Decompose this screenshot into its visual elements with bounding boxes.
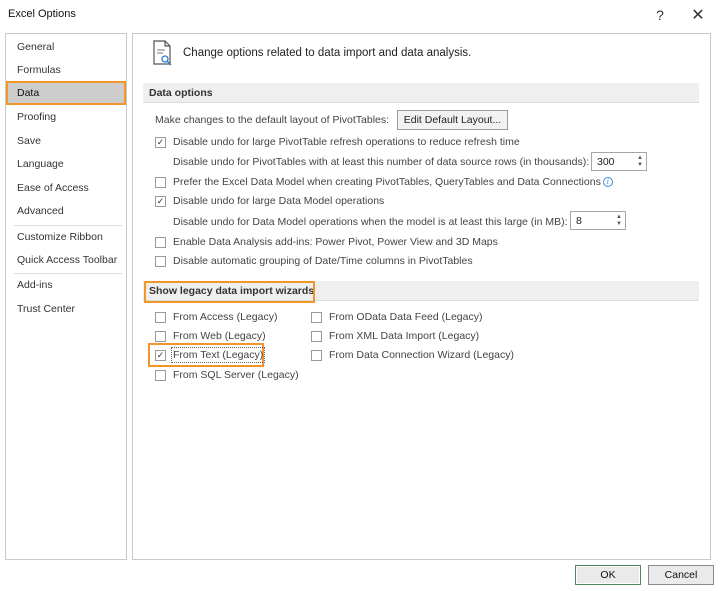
check-icon: ✓ [156, 195, 165, 206]
section-data-options: Data options [143, 83, 699, 103]
spinner-value[interactable]: 300 [592, 156, 634, 168]
spinner-value[interactable]: 8 [571, 215, 613, 227]
disable-date-grouping-option[interactable]: Disable automatic grouping of Date/Time … [155, 253, 473, 269]
option-label: From OData Data Feed (Legacy) [329, 311, 483, 323]
sidebar-item-proofing[interactable]: Proofing [7, 106, 125, 128]
disable-undo-pivot-option[interactable]: ✓ Disable undo for large PivotTable refr… [155, 134, 520, 150]
option-label: From Access (Legacy) [173, 311, 278, 323]
option-label: Enable Data Analysis add-ins: Power Pivo… [173, 236, 498, 248]
ok-button[interactable]: OK [575, 565, 641, 585]
pivot-rows-label: Disable undo for PivotTables with at lea… [173, 156, 590, 168]
legacy-from-access-option[interactable]: From Access (Legacy) [155, 309, 277, 325]
sidebar-item-advanced[interactable]: Advanced [7, 200, 125, 222]
enable-analysis-addins-option[interactable]: Enable Data Analysis add-ins: Power Pivo… [155, 234, 498, 250]
prefer-data-model-option[interactable]: Prefer the Excel Data Model when creatin… [155, 174, 613, 190]
edit-default-layout-button[interactable]: Edit Default Layout... [397, 110, 508, 130]
spinner-arrows-icon[interactable]: ▲ ▼ [613, 212, 625, 229]
checkbox[interactable] [155, 330, 166, 342]
sidebar-item-general[interactable]: General [7, 36, 125, 58]
close-icon: ✕ [691, 7, 705, 24]
sidebar-item-formulas[interactable]: Formulas [7, 59, 125, 81]
options-sidebar: General Formulas Data Proofing Save Lang… [5, 33, 127, 560]
page-description: Change options related to data import an… [183, 47, 472, 59]
legacy-from-odata-option[interactable]: From OData Data Feed (Legacy) [311, 309, 482, 325]
checkbox[interactable] [155, 311, 166, 323]
data-analysis-icon [153, 40, 172, 66]
help-icon: ? [656, 7, 664, 23]
checkbox[interactable]: ✓ [155, 136, 166, 148]
option-label: From Web (Legacy) [173, 330, 266, 342]
sidebar-item-trust-center[interactable]: Trust Center [7, 298, 125, 320]
title-bar: Excel Options ? ✕ [0, 0, 720, 30]
legacy-from-web-option[interactable]: From Web (Legacy) [155, 328, 266, 344]
option-label: Disable automatic grouping of Date/Time … [173, 255, 473, 267]
option-label: From Data Connection Wizard (Legacy) [329, 349, 514, 361]
sidebar-item-ease-of-access[interactable]: Ease of Access [7, 177, 125, 199]
sidebar-item-add-ins[interactable]: Add-ins [7, 274, 125, 296]
option-label: Prefer the Excel Data Model when creatin… [173, 176, 601, 188]
check-icon: ✓ [156, 136, 165, 147]
section-title: Data options [149, 87, 213, 99]
legacy-from-xml-option[interactable]: From XML Data Import (Legacy) [311, 328, 479, 344]
checkbox[interactable]: ✓ [155, 349, 166, 361]
sidebar-item-data[interactable]: Data [6, 81, 126, 105]
info-icon[interactable]: i [602, 177, 613, 187]
option-label: From Text (Legacy) [170, 347, 266, 363]
option-label: Disable undo for large PivotTable refres… [173, 136, 520, 148]
checkbox[interactable] [155, 236, 166, 248]
sidebar-item-quick-access-toolbar[interactable]: Quick Access Toolbar [7, 249, 125, 271]
legacy-section-highlight [144, 281, 315, 303]
sidebar-item-customize-ribbon[interactable]: Customize Ribbon [7, 226, 125, 248]
option-label: Disable undo for large Data Model operat… [173, 195, 385, 207]
checkbox[interactable] [311, 311, 322, 323]
legacy-from-sql-option[interactable]: From SQL Server (Legacy) [155, 367, 299, 383]
option-label: From XML Data Import (Legacy) [329, 330, 480, 342]
legacy-from-text-option[interactable]: ✓ From Text (Legacy) [155, 347, 266, 363]
checkbox[interactable] [311, 330, 322, 342]
pivot-rows-spinner[interactable]: 300 ▲ ▼ [591, 152, 647, 171]
legacy-from-dcw-option[interactable]: From Data Connection Wizard (Legacy) [311, 347, 514, 363]
sidebar-item-save[interactable]: Save [7, 130, 125, 152]
help-button[interactable]: ? [645, 4, 675, 26]
sidebar-item-language[interactable]: Language [7, 153, 125, 175]
window-title: Excel Options [8, 8, 76, 20]
check-icon: ✓ [156, 349, 165, 360]
cancel-button[interactable]: Cancel [648, 565, 714, 585]
pivot-layout-label: Make changes to the default layout of Pi… [155, 114, 390, 126]
checkbox[interactable] [155, 369, 166, 381]
close-button[interactable]: ✕ [683, 4, 713, 26]
checkbox[interactable] [155, 176, 166, 188]
data-options-panel: Change options related to data import an… [132, 33, 711, 560]
option-label: From SQL Server (Legacy) [173, 369, 299, 381]
model-size-spinner[interactable]: 8 ▲ ▼ [570, 211, 626, 230]
checkbox[interactable] [155, 255, 166, 267]
checkbox[interactable] [311, 349, 322, 361]
spinner-arrows-icon[interactable]: ▲ ▼ [634, 153, 646, 170]
disable-undo-model-option[interactable]: ✓ Disable undo for large Data Model oper… [155, 193, 384, 209]
checkbox[interactable]: ✓ [155, 195, 166, 207]
model-size-label: Disable undo for Data Model operations w… [173, 216, 568, 228]
